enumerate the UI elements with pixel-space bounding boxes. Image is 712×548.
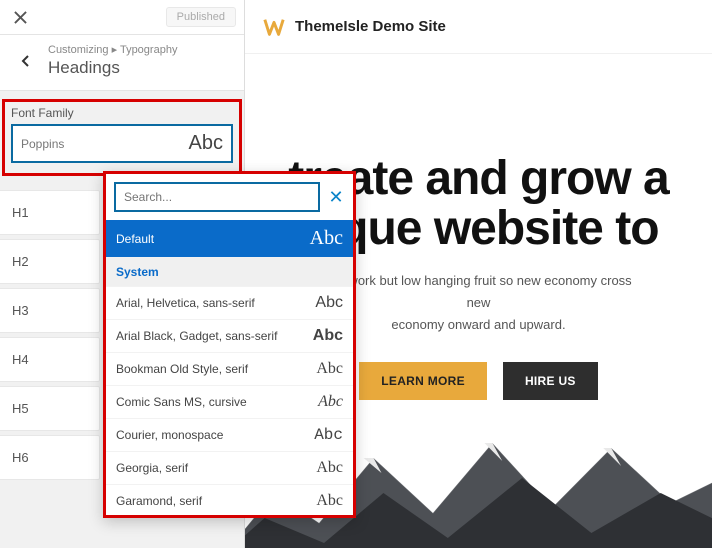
heading-tab-h6[interactable]: H6	[0, 435, 100, 480]
font-option-label: Courier, monospace	[116, 428, 223, 442]
learn-more-button[interactable]: LEARN MORE	[359, 362, 487, 400]
font-option-sample: Abc	[316, 360, 343, 378]
font-option-sample: Abc	[318, 393, 343, 411]
font-option[interactable]: Arial, Helvetica, sans-serif Abc	[106, 287, 353, 320]
heading-tab-h1[interactable]: H1	[0, 190, 100, 235]
font-options-list[interactable]: DefaultAbcSystemArial, Helvetica, sans-s…	[106, 220, 353, 515]
font-search-input[interactable]	[114, 182, 320, 212]
font-option[interactable]: Comic Sans MS, cursive Abc	[106, 386, 353, 419]
sidebar-topbar: Published	[0, 0, 244, 35]
hero-subtext: ally work but low hanging fruit so new e…	[325, 270, 631, 336]
breadcrumb-title: Headings	[48, 58, 177, 78]
heading-tab-h4[interactable]: H4	[0, 337, 100, 382]
breadcrumb: Customizing ▸ Typography Headings	[48, 43, 177, 78]
font-option-label: Georgia, serif	[116, 461, 188, 475]
font-option-label: Arial Black, Gadget, sans-serif	[116, 329, 277, 343]
font-option-sample: Abc	[310, 227, 343, 250]
font-option-label: Garamond, serif	[116, 494, 202, 508]
site-header: ThemeIsle Demo Site	[245, 0, 712, 54]
font-option-label: Comic Sans MS, cursive	[116, 395, 247, 409]
publish-status-pill[interactable]: Published	[166, 7, 236, 27]
font-option-sample: Abc	[314, 426, 343, 444]
font-family-label: Font Family	[11, 106, 233, 120]
font-family-value: Poppins	[21, 137, 189, 151]
font-option[interactable]: Georgia, serif Abc	[106, 452, 353, 485]
close-icon: ✕	[328, 187, 343, 207]
chevron-left-icon	[19, 54, 33, 68]
font-family-sample: Abc	[189, 132, 223, 155]
close-icon	[14, 11, 27, 24]
back-button[interactable]	[12, 47, 40, 75]
hero-cta-row: LEARN MORE HIRE US	[359, 362, 597, 400]
heading-tab-h5[interactable]: H5	[0, 386, 100, 431]
heading-tab-h2[interactable]: H2	[0, 239, 100, 284]
font-dropdown-close-button[interactable]: ✕	[327, 187, 345, 208]
font-option-sample: Abc	[316, 492, 343, 510]
font-option[interactable]: Garamond, serif Abc	[106, 485, 353, 515]
close-customizer-button[interactable]	[8, 5, 32, 29]
font-option-label: Default	[116, 232, 154, 246]
site-title: ThemeIsle Demo Site	[295, 18, 446, 35]
hire-us-button[interactable]: HIRE US	[503, 362, 598, 400]
font-option[interactable]: Courier, monospace Abc	[106, 419, 353, 452]
font-dropdown-header: ✕	[106, 174, 353, 220]
font-option[interactable]: Default Abc	[106, 220, 353, 258]
breadcrumb-path: Customizing ▸ Typography	[48, 43, 177, 56]
font-option-sample: Abc	[316, 459, 343, 477]
heading-tab-h3[interactable]: H3	[0, 288, 100, 333]
font-family-control: Font Family Poppins Abc	[2, 99, 242, 176]
font-section-header: System	[106, 258, 353, 287]
font-option[interactable]: Arial Black, Gadget, sans-serif Abc	[106, 320, 353, 353]
font-family-dropdown: ✕ DefaultAbcSystemArial, Helvetica, sans…	[103, 171, 356, 518]
font-option[interactable]: Bookman Old Style, serif Abc	[106, 353, 353, 386]
font-option-sample: Abc	[315, 294, 343, 312]
font-option-label: Arial, Helvetica, sans-serif	[116, 296, 255, 310]
site-logo-icon	[263, 16, 285, 38]
font-family-input[interactable]: Poppins Abc	[11, 124, 233, 163]
font-option-label: Bookman Old Style, serif	[116, 362, 248, 376]
font-option-sample: Abc	[313, 327, 343, 345]
breadcrumb-row: Customizing ▸ Typography Headings	[0, 35, 244, 91]
